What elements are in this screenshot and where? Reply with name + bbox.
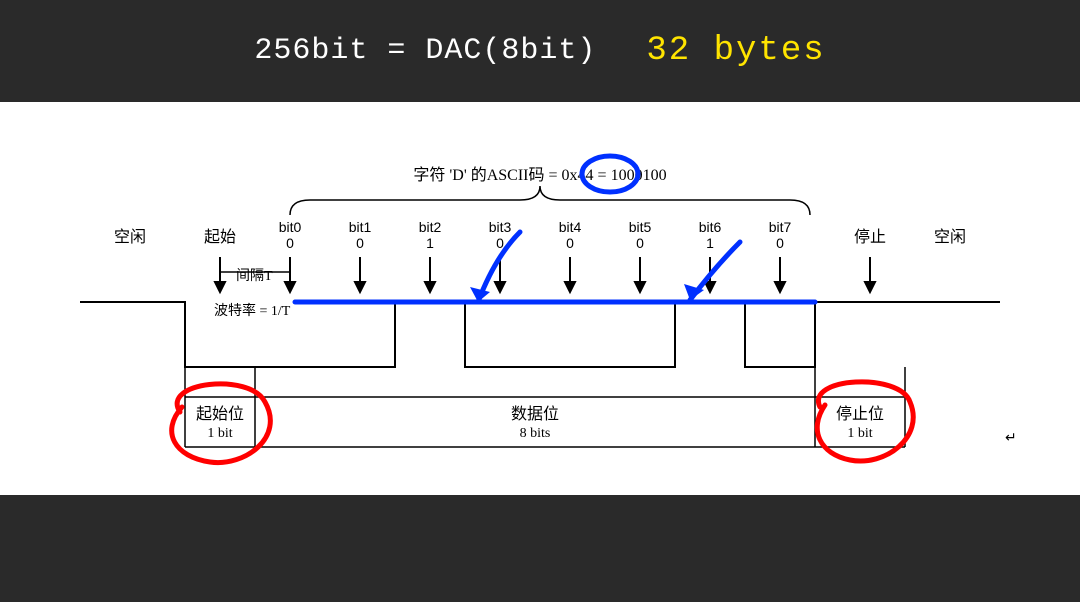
arrow-bit5	[635, 257, 645, 292]
svg-text:字符 'D' 的ASCII码 = 0x44: 字符 'D' 的ASCII码 = 0x44 = 1000100	[413, 166, 666, 184]
section-stop-sub: 1 bit	[847, 426, 872, 441]
idle-left-label: 空闲	[114, 228, 146, 246]
bit5-name: bit5	[629, 219, 652, 235]
uart-diagram-svg: 字符 'D' 的ASCII码 = 0x44 = 1000100 空闲 起始 bi…	[0, 102, 1080, 495]
bit0-name: bit0	[279, 219, 302, 235]
arrow-bit4	[565, 257, 575, 292]
slide-header: 256bit = DAC(8bit) 32 bytes	[0, 0, 1080, 102]
start-label: 起始	[204, 228, 236, 246]
section-data-title: 数据位	[511, 405, 559, 423]
bit3-name: bit3	[489, 219, 512, 235]
section-start-title: 起始位	[196, 405, 244, 423]
caption-hex: 0x44	[562, 167, 594, 184]
formula-text: 256bit = DAC(8bit)	[254, 34, 596, 68]
slide-footer	[0, 495, 1080, 602]
caption-prefix: 字符 'D' 的ASCII码 =	[413, 166, 561, 184]
brace-icon	[290, 186, 810, 215]
ascii-caption: 字符 'D' 的ASCII码 = 0x44 = 1000100	[413, 166, 666, 184]
section-start-sub: 1 bit	[207, 426, 232, 441]
bit5-val: 0	[636, 235, 644, 251]
arrow-bit7	[775, 257, 785, 292]
stop-label: 停止	[854, 228, 886, 246]
bit6-val: 1	[706, 235, 714, 251]
idle-right-label: 空闲	[934, 228, 966, 246]
bytes-text: 32 bytes	[646, 32, 825, 70]
arrow-bit2	[425, 257, 435, 292]
bit0-val: 0	[286, 235, 294, 251]
section-data-sub: 8 bits	[520, 426, 551, 441]
uart-diagram-panel: 字符 'D' 的ASCII码 = 0x44 = 1000100 空闲 起始 bi…	[0, 102, 1080, 495]
bit4-name: bit4	[559, 219, 582, 235]
bit6-name: bit6	[699, 219, 722, 235]
bit1-val: 0	[356, 235, 364, 251]
arrow-stop	[865, 257, 875, 292]
baudrate-label: 波特率 = 1/T	[214, 302, 291, 319]
bit1-name: bit1	[349, 219, 372, 235]
section-stop-title: 停止位	[836, 405, 884, 423]
bit7-val: 0	[776, 235, 784, 251]
bit2-val: 1	[426, 235, 434, 251]
bit7-name: bit7	[769, 219, 792, 235]
interval-label: 间隔T	[236, 268, 273, 284]
bit2-name: bit2	[419, 219, 442, 235]
bit4-val: 0	[566, 235, 574, 251]
return-symbol: ↵	[1005, 431, 1017, 446]
arrow-bit1	[355, 257, 365, 292]
caption-eq: =	[598, 167, 611, 184]
down-arrows	[215, 257, 875, 292]
